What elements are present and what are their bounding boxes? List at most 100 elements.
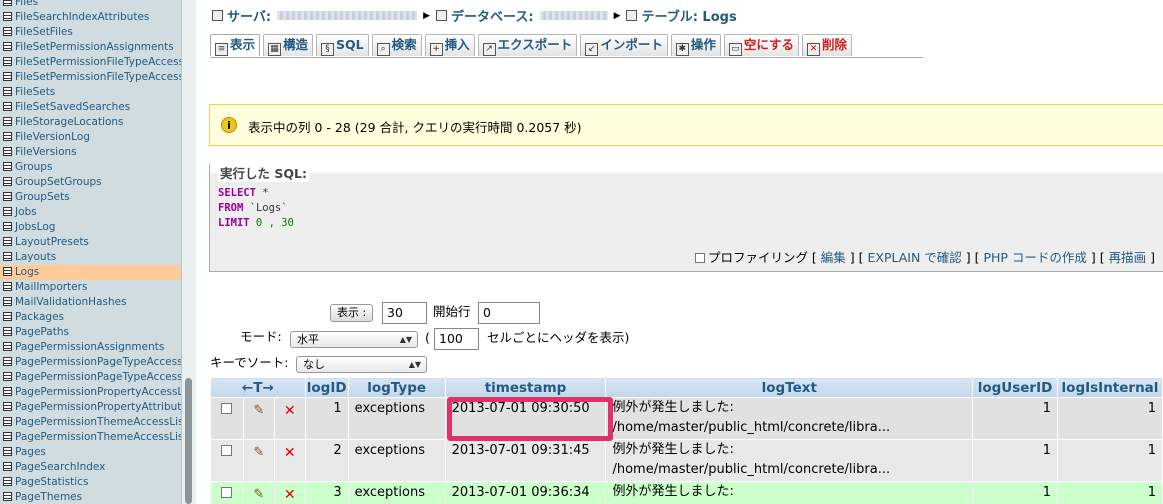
table-name[interactable]: PageThemes — [15, 491, 82, 503]
tab-search[interactable]: ⌕ 検索 — [371, 34, 422, 56]
table-name[interactable]: JobsLog — [15, 221, 55, 233]
repeat-headers-input[interactable]: 100 — [434, 328, 479, 350]
table-list-item[interactable]: PageStatistics — [0, 475, 181, 490]
table-name[interactable]: Layouts — [15, 251, 56, 263]
table-list-item[interactable]: PageThemes — [0, 490, 181, 504]
table-name[interactable]: GroupSetGroups — [15, 176, 102, 188]
column-header-logid[interactable]: logID — [304, 377, 349, 398]
table-name[interactable]: Packages — [15, 311, 64, 323]
table-name[interactable]: FileStorageLocations — [15, 116, 124, 128]
table-name[interactable]: Logs — [15, 266, 39, 278]
cell-timestamp[interactable]: 2013-07-01 09:30:50 — [444, 397, 607, 440]
tab-export[interactable]: ↗ エクスポート — [477, 34, 578, 56]
table-name[interactable]: FileVersions — [15, 146, 77, 158]
profiling-label[interactable]: プロファイリング — [708, 250, 808, 265]
cell-timestamp[interactable]: 2013-07-01 09:36:34 — [444, 481, 607, 504]
cell-logid[interactable]: 1 — [304, 397, 349, 440]
profiling-checkbox[interactable] — [694, 253, 705, 263]
table-list-item[interactable]: FileSetFiles — [0, 25, 181, 40]
tab-empty[interactable]: ▭ 空にする — [723, 34, 799, 56]
sidebar-scroll-thumb[interactable] — [185, 378, 192, 504]
tab-structure[interactable]: ▦ 構造 — [263, 34, 314, 56]
rows-input[interactable]: 30 — [382, 302, 427, 324]
column-header-logtext[interactable]: logText — [605, 377, 974, 398]
table-name[interactable]: MailValidationHashes — [15, 296, 127, 308]
table-name[interactable]: PagePermissionAssignments — [15, 341, 164, 353]
table-name[interactable]: PagePermissionPropertyAttribute — [15, 401, 181, 413]
table-name[interactable]: PagePermissionPageTypeAccess — [15, 371, 181, 383]
table-list-item[interactable]: Packages — [0, 310, 181, 325]
table-list-item[interactable]: FileVersions — [0, 145, 181, 160]
row-checkbox[interactable] — [221, 403, 233, 414]
table-list-item[interactable]: PagePermissionPropertyAttribute — [0, 400, 181, 415]
column-header-logisinternal[interactable]: logIsInternal — [1056, 377, 1163, 398]
table-name[interactable]: Files — [15, 0, 38, 8]
table-name[interactable]: LayoutPresets — [15, 236, 89, 248]
delete-icon[interactable]: ✕ — [284, 487, 296, 503]
cell-logtext[interactable]: 例外が発生しました: /home/master/public_html/concr… — [605, 439, 974, 482]
table-list-item[interactable]: Groups — [0, 160, 181, 175]
breadcrumb-table[interactable]: テーブル: Logs — [641, 10, 736, 25]
cell-logisinternal[interactable]: 1 — [1056, 481, 1163, 504]
cell-loguserid[interactable]: 1 — [972, 397, 1058, 440]
table-name[interactable]: Groups — [15, 161, 52, 173]
sort-select[interactable]: なし ▲▼ — [296, 356, 427, 373]
cell-timestamp[interactable]: 2013-07-01 09:31:45 — [444, 439, 607, 482]
edit-pencil-icon[interactable]: ✎ — [253, 445, 264, 460]
column-resize-handle[interactable]: ←T→ — [210, 377, 306, 398]
tab-import[interactable]: ↙ インポート — [580, 34, 668, 56]
table-name[interactable]: Pages — [15, 446, 46, 458]
table-list-item[interactable]: FileSets — [0, 85, 181, 100]
table-list-item[interactable]: FileSetPermissionAssignments — [0, 40, 181, 55]
show-button[interactable]: 表示 : — [330, 304, 374, 322]
table-name[interactable]: PageStatistics — [15, 476, 88, 488]
table-list-item[interactable]: FileStorageLocations — [0, 115, 181, 130]
table-name[interactable]: PageSearchIndex — [15, 461, 105, 473]
breadcrumb-server[interactable]: サーバ: — [227, 10, 271, 25]
table-list-item[interactable]: FileSetPermissionFileTypeAccessl — [0, 55, 181, 70]
table-name[interactable]: FileSetPermissionFileTypeAccessl — [15, 71, 181, 83]
cell-logid[interactable]: 2 — [304, 439, 349, 482]
column-header-logtype[interactable]: logType — [347, 377, 446, 398]
table-name[interactable]: GroupSets — [15, 191, 70, 203]
table-list-item[interactable]: JobsLog — [0, 220, 181, 235]
table-list-item[interactable]: FileSearchIndexAttributes — [0, 10, 181, 25]
table-name[interactable]: MailImporters — [15, 281, 87, 293]
table-list-item[interactable]: FileSetSavedSearches — [0, 100, 181, 115]
tab-insert[interactable]: + 挿入 — [424, 34, 475, 56]
delete-icon[interactable]: ✕ — [284, 445, 296, 461]
table-list-item[interactable]: PagePermissionAssignments — [0, 340, 181, 355]
sql-query[interactable]: SELECT * FROM `Logs` LIMIT 0 , 30 — [218, 186, 294, 231]
table-list-item[interactable]: MailValidationHashes — [0, 295, 181, 310]
explain-link[interactable]: EXPLAIN で確認 — [867, 250, 961, 265]
table-list-item-active[interactable]: Logs — [0, 265, 181, 280]
table-name[interactable]: FileSetFiles — [15, 26, 73, 38]
cell-logtext[interactable]: 例外が発生しました: — [605, 481, 974, 504]
mode-select[interactable]: 水平 ▲▼ — [290, 331, 418, 348]
table-list-item[interactable]: PageSearchIndex — [0, 460, 181, 475]
delete-icon[interactable]: ✕ — [284, 403, 296, 419]
table-list-item[interactable]: PagePermissionThemeAccessList — [0, 430, 181, 445]
edit-link[interactable]: 編集 — [821, 250, 846, 265]
cell-loguserid[interactable]: 1 — [972, 481, 1058, 504]
table-name[interactable]: PagePermissionPageTypeAccess — [15, 356, 181, 368]
table-list-item[interactable]: Layouts — [0, 250, 181, 265]
table-name[interactable]: FileSetPermissionFileTypeAccessl — [15, 56, 181, 68]
table-list-item[interactable]: FileSetPermissionFileTypeAccessl — [0, 70, 181, 85]
column-header-timestamp[interactable]: timestamp — [444, 377, 607, 398]
start-row-input[interactable]: 0 — [478, 302, 540, 324]
table-list-item[interactable]: PagePermissionPageTypeAccess — [0, 355, 181, 370]
table-name[interactable]: PagePermissionThemeAccessList — [15, 416, 181, 428]
tab-sql[interactable]: § SQL — [316, 34, 369, 56]
table-list-item[interactable]: LayoutPresets — [0, 235, 181, 250]
cell-logtype[interactable]: exceptions — [347, 481, 446, 504]
table-name[interactable]: PagePermissionPropertyAccessL — [15, 386, 181, 398]
table-name[interactable]: FileSetSavedSearches — [15, 101, 130, 113]
row-checkbox[interactable] — [221, 487, 233, 498]
table-name[interactable]: PagePaths — [15, 326, 69, 338]
table-name[interactable]: PagePermissionThemeAccessList — [15, 431, 181, 443]
table-list-item[interactable]: PagePermissionThemeAccessList — [0, 415, 181, 430]
table-list-item[interactable]: MailImporters — [0, 280, 181, 295]
table-list-item[interactable]: Pages — [0, 445, 181, 460]
table-name[interactable]: FileSetPermissionAssignments — [15, 41, 174, 53]
